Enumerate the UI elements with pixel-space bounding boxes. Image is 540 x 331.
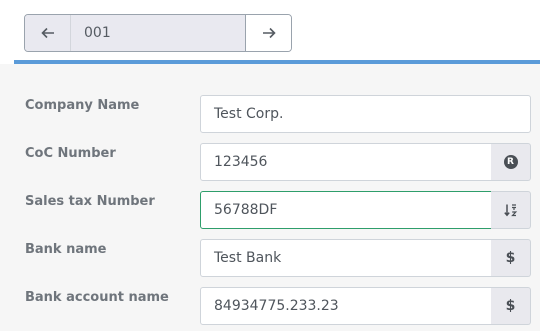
bank-account-name-label: Bank account name xyxy=(25,290,169,305)
arrow-right-icon xyxy=(262,27,276,39)
sales-tax-number-field[interactable]: 56788DF xyxy=(200,191,492,229)
sort-numeric-down-icon xyxy=(503,204,517,217)
bank-name-addon: $ xyxy=(491,239,531,277)
record-number-input[interactable]: 001 xyxy=(71,15,245,51)
arrow-left-icon xyxy=(40,27,54,39)
sales-tax-number-addon xyxy=(491,191,531,229)
coc-number-field[interactable]: 123456 xyxy=(200,143,492,181)
bank-account-name-addon: $ xyxy=(491,287,531,325)
bank-name-row: Bank name Test Bank $ xyxy=(0,239,540,277)
coc-number-row: CoC Number 123456 R xyxy=(0,143,540,181)
coc-number-addon: R xyxy=(491,143,531,181)
dollar-icon: $ xyxy=(505,298,516,314)
bank-account-name-row: Bank account name 84934775.233.23 $ xyxy=(0,287,540,325)
bank-name-field[interactable]: Test Bank xyxy=(200,239,492,277)
sales-tax-number-row: Sales tax Number 56788DF xyxy=(0,191,540,229)
registered-icon: R xyxy=(503,155,518,169)
previous-record-button[interactable] xyxy=(25,15,71,51)
sales-tax-number-label: Sales tax Number xyxy=(25,194,155,209)
coc-number-label: CoC Number xyxy=(25,146,116,161)
company-name-row: Company Name Test Corp. xyxy=(0,95,540,133)
company-name-field[interactable]: Test Corp. xyxy=(200,95,531,133)
next-record-button[interactable] xyxy=(245,15,291,51)
dollar-icon: $ xyxy=(505,250,516,266)
company-name-label: Company Name xyxy=(25,98,140,113)
bank-account-name-field[interactable]: 84934775.233.23 xyxy=(200,287,492,325)
company-details-form: Company Name Test Corp. CoC Number 12345… xyxy=(0,64,540,331)
record-pager: 001 xyxy=(24,14,292,52)
bank-name-label: Bank name xyxy=(25,242,107,257)
